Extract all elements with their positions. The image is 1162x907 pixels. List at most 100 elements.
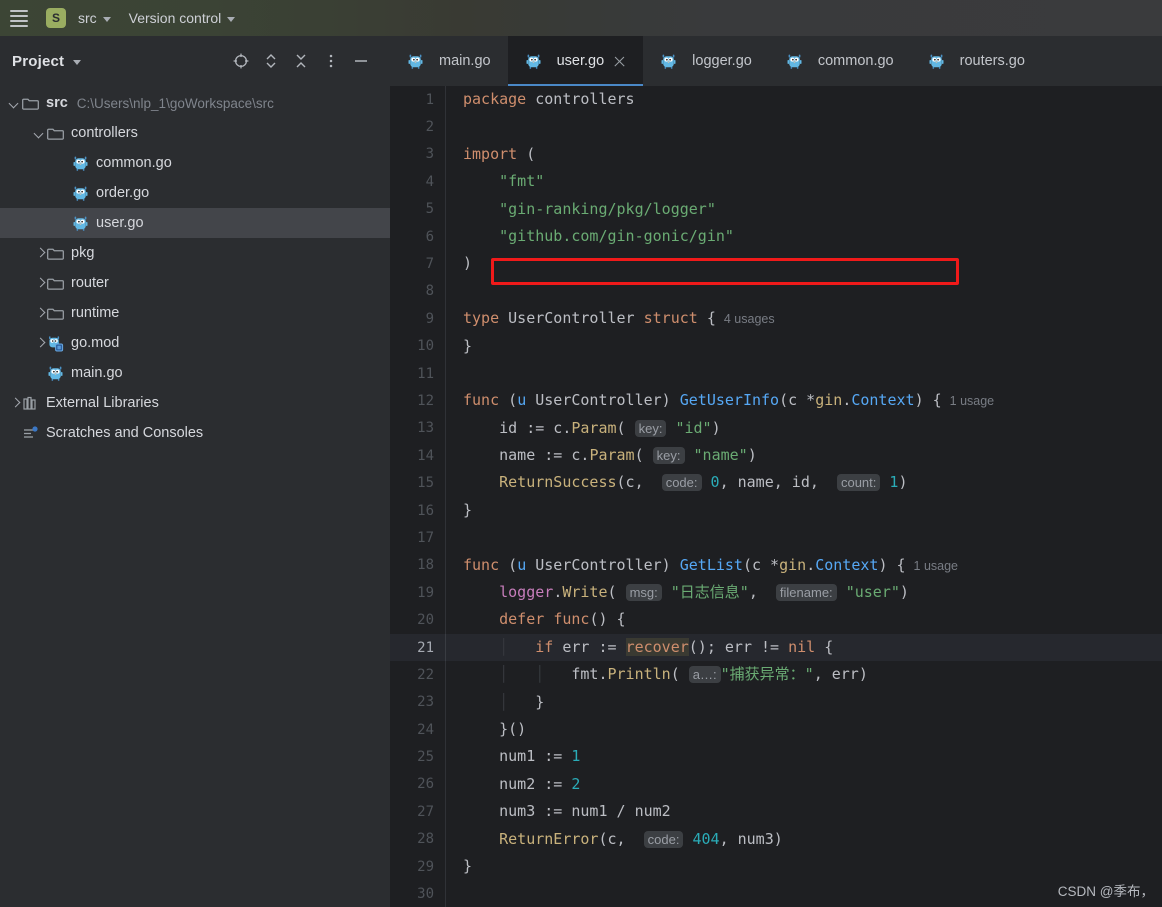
hide-panel-icon[interactable] — [352, 52, 370, 70]
editor-tab-user-go[interactable]: user.go — [507, 36, 644, 86]
collapse-all-icon[interactable] — [292, 52, 310, 70]
editor-tab-routers-go[interactable]: routers.go — [911, 36, 1042, 86]
code-text[interactable]: }() — [445, 715, 1162, 744]
editor-tab-common-go[interactable]: common.go — [769, 36, 911, 86]
tree-item-controllers[interactable]: controllers — [0, 118, 390, 148]
line-number[interactable]: 11 — [390, 366, 445, 382]
code-text[interactable] — [445, 880, 1162, 907]
code-text[interactable]: func (u UserController) GetList(c *gin.C… — [445, 551, 1162, 580]
code-text[interactable]: logger.Write( msg: "日志信息", filename: "us… — [445, 579, 1162, 607]
line-number[interactable]: 5 — [390, 201, 445, 217]
line-number[interactable]: 9 — [390, 311, 445, 327]
chevron-right-icon[interactable] — [33, 336, 47, 350]
line-number[interactable]: 4 — [390, 174, 445, 190]
chevron-right-icon[interactable] — [33, 306, 47, 320]
line-number[interactable]: 18 — [390, 557, 445, 573]
chevron-down-icon[interactable] — [73, 60, 82, 65]
code-text[interactable] — [445, 113, 1162, 141]
code-text[interactable]: "gin-ranking/pkg/logger" — [445, 195, 1162, 223]
tree-item-pkg[interactable]: pkg — [0, 238, 390, 268]
line-number[interactable]: 19 — [390, 585, 445, 601]
version-control-dropdown[interactable]: Version control — [123, 6, 242, 30]
line-number[interactable]: 6 — [390, 229, 445, 245]
code-text[interactable]: } — [445, 852, 1162, 881]
parameter-hint: code: — [661, 474, 702, 492]
code-line-13: 13 id := c.Param( key: "id") — [390, 414, 1162, 443]
code-text[interactable] — [445, 277, 1162, 306]
code-text[interactable]: ReturnSuccess(c, code: 0, name, id, coun… — [445, 469, 1162, 497]
editor-tab-main-go[interactable]: main.go — [390, 36, 508, 86]
tree-item-main-go[interactable]: main.go — [0, 358, 390, 388]
chevron-down-icon[interactable] — [33, 126, 47, 140]
code-text[interactable]: ReturnError(c, code: 404, num3) — [445, 825, 1162, 853]
close-icon[interactable] — [613, 55, 626, 68]
line-number[interactable]: 1 — [390, 92, 445, 108]
code-text[interactable]: package controllers — [445, 86, 1162, 114]
line-number[interactable]: 26 — [390, 776, 445, 792]
project-name-dropdown[interactable]: src — [72, 6, 117, 30]
line-number[interactable]: 30 — [390, 886, 445, 902]
code-text[interactable]: num1 := 1 — [445, 743, 1162, 771]
code-text[interactable]: │ } — [445, 688, 1162, 716]
chevron-right-icon[interactable] — [33, 246, 47, 260]
more-options-icon[interactable] — [322, 52, 340, 70]
line-number[interactable]: 20 — [390, 612, 445, 628]
code-text[interactable]: ) — [445, 250, 1162, 278]
line-number[interactable]: 28 — [390, 831, 445, 847]
line-number[interactable]: 10 — [390, 338, 445, 354]
line-number[interactable]: 16 — [390, 503, 445, 519]
select-opened-file-icon[interactable] — [232, 52, 250, 70]
line-number[interactable]: 7 — [390, 256, 445, 272]
tree-item-go-mod[interactable]: go.mod — [0, 328, 390, 358]
tree-item-scratches-and-consoles[interactable]: Scratches and Consoles — [0, 418, 390, 448]
line-number[interactable]: 29 — [390, 859, 445, 875]
code-token: err := — [562, 637, 626, 656]
project-badge[interactable]: S — [46, 8, 66, 28]
code-text[interactable]: } — [445, 332, 1162, 360]
code-token: gin — [779, 555, 807, 574]
tree-item-common-go[interactable]: common.go — [0, 148, 390, 178]
code-text[interactable]: "github.com/gin-gonic/gin" — [445, 222, 1162, 251]
line-number[interactable]: 24 — [390, 722, 445, 738]
code-viewport[interactable]: 1 package controllers 2 3 import (4 "fmt" 5 "… — [390, 86, 1162, 907]
code-text[interactable]: │ │ fmt.Println( a…: "捕获异常：", err) — [445, 661, 1162, 689]
code-text[interactable]: id := c.Param( key: "id") — [445, 414, 1162, 443]
line-number[interactable]: 8 — [390, 283, 445, 299]
tree-item-order-go[interactable]: order.go — [0, 178, 390, 208]
editor-tab-logger-go[interactable]: logger.go — [643, 36, 769, 86]
code-text[interactable]: │ if err := recover(); err != nil { — [445, 633, 1162, 662]
tree-item-router[interactable]: router — [0, 268, 390, 298]
line-number[interactable]: 3 — [390, 146, 445, 162]
line-number[interactable]: 12 — [390, 393, 445, 409]
code-text[interactable] — [445, 359, 1162, 388]
code-text[interactable]: num2 := 2 — [445, 770, 1162, 799]
line-number[interactable]: 15 — [390, 475, 445, 491]
tree-item-src[interactable]: src C:\Users\nlp_1\goWorkspace\src — [0, 88, 390, 118]
line-number[interactable]: 13 — [390, 420, 445, 436]
code-text[interactable]: type UserController struct {4 usages — [445, 305, 1162, 333]
code-text[interactable]: func (u UserController) GetUserInfo(c *g… — [445, 387, 1162, 415]
tree-item-external-libraries[interactable]: External Libraries — [0, 388, 390, 418]
hamburger-menu-icon[interactable] — [6, 9, 32, 27]
code-text[interactable]: import ( — [445, 140, 1162, 169]
line-number[interactable]: 14 — [390, 448, 445, 464]
chevron-right-icon[interactable] — [33, 276, 47, 290]
chevron-right-icon[interactable] — [8, 396, 22, 410]
code-text[interactable]: num3 := num1 / num2 — [445, 798, 1162, 826]
line-number[interactable]: 2 — [390, 119, 445, 135]
tree-item-user-go[interactable]: user.go — [0, 208, 390, 238]
chevron-down-icon[interactable] — [8, 96, 22, 110]
tree-item-runtime[interactable]: runtime — [0, 298, 390, 328]
code-text[interactable]: name := c.Param( key: "name") — [445, 442, 1162, 470]
code-text[interactable]: } — [445, 496, 1162, 525]
code-text[interactable]: defer func() { — [445, 606, 1162, 634]
expand-collapse-icon[interactable] — [262, 52, 280, 70]
code-text[interactable] — [445, 524, 1162, 552]
code-text[interactable]: "fmt" — [445, 168, 1162, 196]
line-number[interactable]: 23 — [390, 694, 445, 710]
line-number[interactable]: 17 — [390, 530, 445, 546]
line-number[interactable]: 25 — [390, 749, 445, 765]
line-number[interactable]: 22 — [390, 667, 445, 683]
line-number[interactable]: 21 — [390, 640, 445, 656]
line-number[interactable]: 27 — [390, 804, 445, 820]
